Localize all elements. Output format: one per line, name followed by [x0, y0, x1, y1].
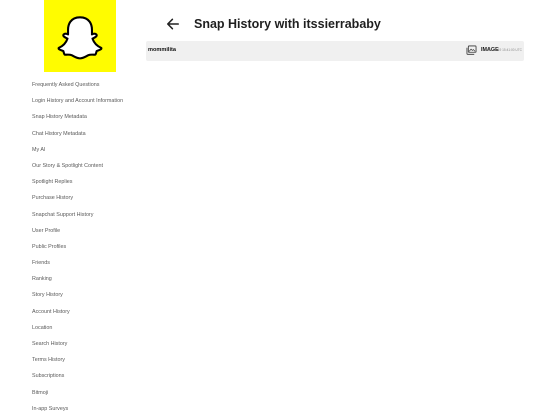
sidebar-item-snap-history[interactable]: Snap History Metadata — [32, 112, 123, 128]
arrow-left-icon — [166, 18, 180, 30]
sidebar-item-login-history[interactable]: Login History and Account Information — [32, 96, 123, 112]
snapchat-logo[interactable] — [44, 0, 116, 72]
snapchat-ghost-icon — [57, 16, 103, 60]
snap-timestamp: 2022-05-19 15:41:00 UTC — [484, 48, 522, 52]
sidebar-nav: Frequently Asked Questions Login History… — [32, 80, 123, 420]
sidebar: Frequently Asked Questions Login History… — [0, 0, 145, 412]
sidebar-item-story-history[interactable]: Story History — [32, 290, 123, 306]
sidebar-item-in-app-surveys[interactable]: In-app Surveys — [32, 404, 123, 420]
sidebar-item-faq[interactable]: Frequently Asked Questions — [32, 80, 123, 96]
sidebar-item-friends[interactable]: Friends — [32, 258, 123, 274]
sidebar-item-bitmoji[interactable]: Bitmoji — [32, 388, 123, 404]
sidebar-item-subscriptions[interactable]: Subscriptions — [32, 371, 123, 387]
back-button[interactable] — [164, 15, 182, 33]
sidebar-item-spotlight-replies[interactable]: Spotlight Replies — [32, 177, 123, 193]
sidebar-item-support-history[interactable]: Snapchat Support History — [32, 210, 123, 226]
snap-username: mommilita — [148, 47, 176, 53]
sidebar-item-terms-history[interactable]: Terms History — [32, 355, 123, 371]
sidebar-item-purchase-history[interactable]: Purchase History — [32, 193, 123, 209]
photo-gallery-icon — [466, 45, 477, 55]
sidebar-item-location[interactable]: Location — [32, 323, 123, 339]
page-header: Snap History with itssierrababy — [164, 14, 381, 34]
sidebar-item-account-history[interactable]: Account History — [32, 307, 123, 323]
sidebar-item-search-history[interactable]: Search History — [32, 339, 123, 355]
page-title: Snap History with itssierrababy — [194, 17, 381, 31]
sidebar-item-my-ai[interactable]: My AI — [32, 145, 123, 161]
sidebar-item-public-profiles[interactable]: Public Profiles — [32, 242, 123, 258]
sidebar-item-our-story[interactable]: Our Story & Spotlight Content — [32, 161, 123, 177]
sidebar-item-ranking[interactable]: Ranking — [32, 274, 123, 290]
table-row[interactable]: mommilita IMAGE 2022-05-19 15:41:00 UTC — [146, 41, 524, 61]
sidebar-item-chat-history[interactable]: Chat History Metadata — [32, 129, 123, 145]
sidebar-item-user-profile[interactable]: User Profile — [32, 226, 123, 242]
